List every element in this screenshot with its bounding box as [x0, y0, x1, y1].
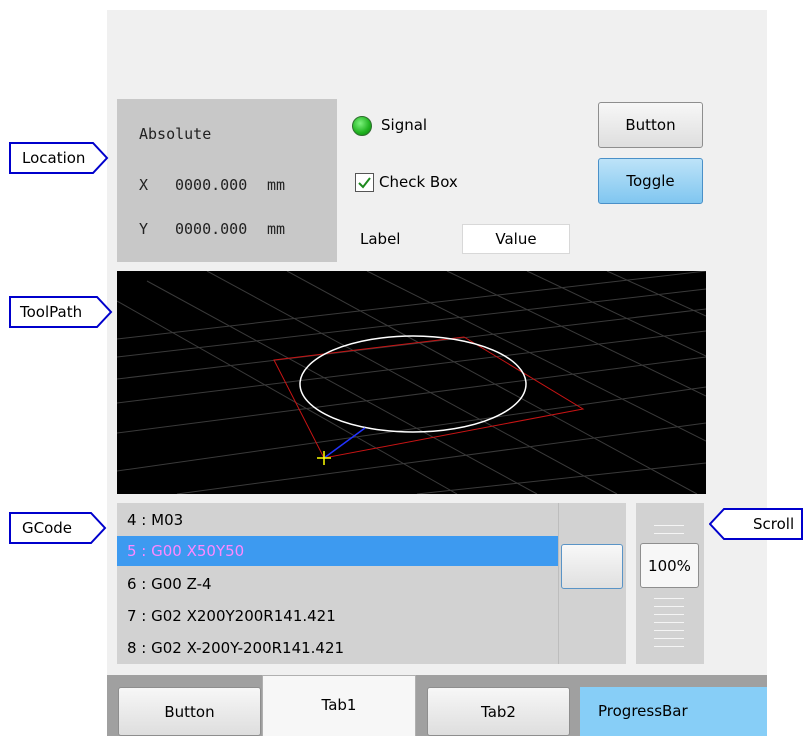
x-coordinate-row: X 0000.000 mm	[139, 176, 285, 194]
scroll-callout-label: Scroll	[753, 515, 795, 533]
tool-direction-line	[323, 427, 366, 459]
zoom-tick	[654, 606, 684, 607]
top-button[interactable]: Button	[598, 102, 703, 148]
zoom-tick	[654, 525, 684, 526]
checkmark-icon	[358, 177, 371, 189]
y-value: 0000.000	[175, 220, 248, 238]
x-axis-label: X	[139, 176, 149, 194]
y-unit: mm	[267, 220, 286, 238]
zoom-tick	[654, 622, 684, 623]
location-title: Absolute	[139, 125, 212, 143]
gcode-line-selected[interactable]: 5 : G00 X50Y50	[117, 536, 558, 566]
gcode-callout-label: GCode	[22, 519, 73, 537]
zoom-tick	[654, 638, 684, 639]
progress-bar: ProgressBar	[580, 687, 767, 736]
zoom-tick	[654, 646, 684, 647]
floor-grid	[117, 271, 706, 494]
zoom-tick	[654, 533, 684, 534]
zoom-tick	[654, 598, 684, 599]
bottom-button[interactable]: Button	[118, 687, 261, 736]
gcode-callout: GCode	[9, 512, 107, 544]
scroll-callout: Scroll	[709, 508, 803, 540]
location-callout-label: Location	[22, 149, 86, 167]
value-field[interactable]: Value	[462, 224, 570, 254]
toolpath-viewer[interactable]	[117, 271, 706, 494]
gcode-line[interactable]: 8 : G02 X-200Y-200R141.421	[117, 633, 558, 663]
location-panel: Absolute X 0000.000 mm Y 0000.000 mm	[117, 99, 337, 262]
location-callout: Location	[9, 142, 109, 174]
label-text: Label	[360, 230, 401, 248]
y-axis-label: Y	[139, 220, 149, 238]
zoom-tick	[654, 630, 684, 631]
zoom-handle[interactable]: 100%	[640, 543, 699, 588]
y-coordinate-row: Y 0000.000 mm	[139, 220, 285, 238]
toolpath-callout-label: ToolPath	[20, 303, 83, 321]
tab-2[interactable]: Tab2	[427, 687, 570, 736]
gcode-scroll-thumb[interactable]	[561, 544, 623, 589]
signal-indicator-icon	[352, 116, 372, 136]
tool-origin-icon	[317, 451, 331, 465]
signal-label: Signal	[381, 116, 428, 134]
x-unit: mm	[267, 176, 286, 194]
zoom-tick	[654, 614, 684, 615]
toggle-button[interactable]: Toggle	[598, 158, 703, 204]
toolpath-canvas	[117, 271, 706, 494]
check-box[interactable]	[355, 173, 374, 192]
gcode-list[interactable]: 4 : M03 5 : G00 X50Y50 6 : G00 Z-4 7 : G…	[117, 503, 558, 664]
circle-toolpath	[299, 335, 527, 433]
gcode-line[interactable]: 4 : M03	[117, 505, 558, 535]
gcode-line[interactable]: 7 : G02 X200Y200R141.421	[117, 601, 558, 631]
gcode-line[interactable]: 6 : G00 Z-4	[117, 569, 558, 599]
toolpath-callout: ToolPath	[9, 296, 113, 328]
check-box-label[interactable]: Check Box	[379, 173, 458, 191]
x-value: 0000.000	[175, 176, 248, 194]
tab-1[interactable]: Tab1	[262, 675, 416, 736]
